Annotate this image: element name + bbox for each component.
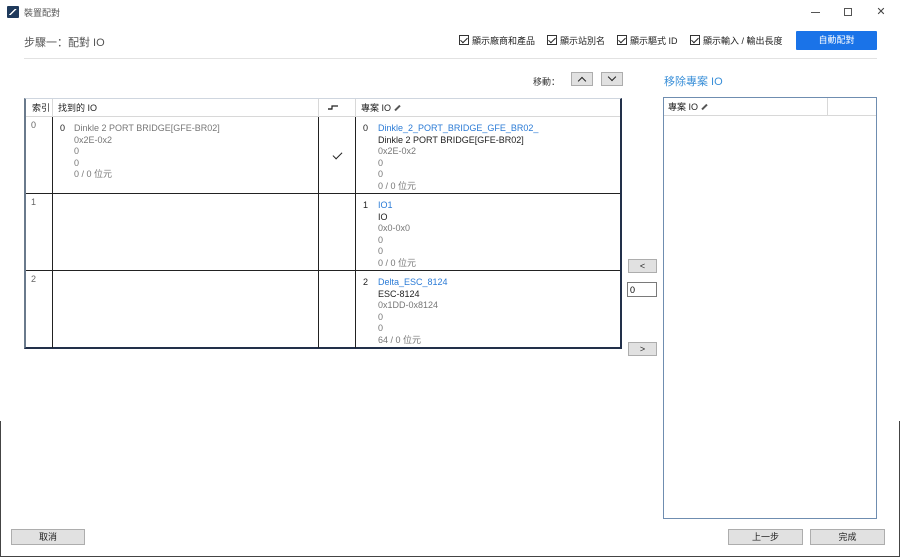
found-io-name: Dinkle 2 PORT BRIDGE[GFE-BR02]	[74, 123, 220, 133]
pencil-edit-icon	[701, 103, 708, 110]
app-logo-icon	[7, 6, 19, 18]
maximize-icon	[844, 8, 852, 17]
found-io-bits: 0 / 0 位元	[74, 169, 113, 179]
show-station-alias-checkbox[interactable]: 顯示站別名	[547, 34, 605, 46]
show-vendor-product-checkbox[interactable]: 顯示廠商和產品	[459, 34, 535, 46]
project-io-value: 0	[378, 169, 384, 179]
project-io-link[interactable]: Delta_ESC_8124	[378, 277, 448, 289]
row-divider	[26, 193, 620, 194]
move-label: 移動：	[533, 77, 561, 87]
minimize-button[interactable]	[800, 3, 830, 21]
found-io-value: 0	[74, 146, 80, 156]
project-io-name: IO	[378, 211, 388, 222]
checkbox-checked-icon	[547, 35, 557, 45]
row-divider	[26, 270, 620, 271]
column-header-label: 專案 IO	[668, 102, 699, 112]
project-io-link[interactable]: IO1	[378, 200, 416, 212]
column-divider	[318, 117, 319, 348]
found-io-range: 0x2E-0x2	[74, 134, 113, 145]
project-io-value: 0	[378, 246, 384, 256]
project-io-range: 0x2E-0x2	[378, 146, 417, 156]
row-index: 1	[31, 197, 37, 207]
found-io-details[interactable]: Dinkle 2 PORT BRIDGE[GFE-BR02] 0x2E-0x2 …	[74, 123, 220, 181]
removed-panel-header: 專案 IO	[664, 98, 876, 116]
project-io-name: ESC-8124	[378, 288, 420, 299]
project-io-details[interactable]: Dinkle_2_PORT_BRIDGE_GFE_BR02_ Dinkle 2 …	[378, 123, 538, 192]
found-io-number: 0	[60, 123, 66, 133]
column-divider	[827, 98, 828, 116]
target-index-input[interactable]	[627, 282, 657, 297]
project-io-bits: 0 / 0 位元	[378, 180, 417, 191]
link-swap-icon	[328, 105, 338, 110]
cancel-button[interactable]: 取消	[11, 529, 85, 545]
show-driver-id-checkbox[interactable]: 顯示驅式 ID	[617, 34, 678, 46]
header-divider	[24, 58, 877, 59]
window-frame	[0, 421, 1, 557]
move-up-button[interactable]	[571, 72, 593, 86]
column-header-found-io[interactable]: 找到的 IO	[58, 99, 97, 117]
project-io-range: 0x0-0x0	[378, 223, 411, 233]
column-divider	[355, 99, 356, 117]
row-index: 0	[31, 120, 37, 130]
title-bar: 裝置配對 ✕	[0, 0, 900, 24]
maximize-button[interactable]	[833, 3, 863, 21]
project-io-name: Dinkle 2 PORT BRIDGE[GFE-BR02]	[378, 134, 524, 145]
column-header-project-io[interactable]: 專案 IO	[361, 99, 401, 117]
found-io-value: 0	[74, 157, 80, 168]
project-io-number: 0	[363, 123, 369, 133]
step-title: 步驟一：配對 IO	[24, 37, 105, 49]
project-io-link[interactable]: Dinkle_2_PORT_BRIDGE_GFE_BR02_	[378, 123, 538, 135]
project-io-details[interactable]: IO1 IO 0x0-0x0 0 0 0 / 0 位元	[378, 200, 416, 269]
close-button[interactable]: ✕	[866, 3, 896, 21]
column-divider	[318, 99, 319, 117]
column-divider	[52, 117, 53, 348]
project-io-number: 2	[363, 277, 369, 287]
project-io-details[interactable]: Delta_ESC_8124 ESC-8124 0x1DD-0x8124 0 0…	[378, 277, 448, 346]
project-io-range: 0x1DD-0x8124	[378, 300, 439, 310]
minimize-icon	[810, 11, 820, 13]
project-io-bits: 64 / 0 位元	[378, 334, 422, 345]
row-index: 2	[31, 274, 37, 284]
table-header: 索引 找到的 IO 專案 IO	[26, 99, 620, 117]
project-io-value: 0	[378, 234, 384, 245]
matched-check-icon	[332, 149, 343, 160]
remove-panel-title: 移除專案 IO	[664, 76, 723, 88]
project-io-value: 0	[378, 311, 384, 322]
previous-step-button[interactable]: 上一步	[728, 529, 803, 545]
move-down-button[interactable]	[601, 72, 623, 86]
io-match-table: 索引 找到的 IO 專案 IO 0 0 Dinkle 2 PORT BRIDGE…	[24, 98, 622, 349]
finish-button[interactable]: 完成	[810, 529, 885, 545]
checkbox-label: 顯示站別名	[560, 35, 606, 46]
window-title: 裝置配對	[24, 8, 61, 18]
chevron-up-icon	[577, 76, 587, 86]
checkbox-checked-icon	[459, 35, 469, 45]
checkbox-label: 顯示驅式 ID	[630, 35, 678, 46]
move-to-removed-button[interactable]: >	[628, 342, 657, 356]
column-header-project-io-label: 專案 IO	[361, 103, 392, 113]
checkbox-label: 顯示廠商和產品	[472, 35, 536, 46]
project-io-bits: 0 / 0 位元	[378, 257, 417, 268]
chevron-down-icon	[607, 72, 617, 82]
project-io-number: 1	[363, 200, 369, 210]
column-divider	[355, 117, 356, 348]
checkbox-checked-icon	[617, 35, 627, 45]
move-to-project-button[interactable]: <	[628, 259, 657, 273]
column-header-removed-project-io[interactable]: 專案 IO	[668, 98, 708, 116]
removed-project-io-panel[interactable]: 專案 IO	[663, 97, 877, 519]
pencil-edit-icon	[394, 104, 401, 111]
checkbox-label: 顯示輸入 / 輸出長度	[703, 35, 783, 46]
show-io-length-checkbox[interactable]: 顯示輸入 / 輸出長度	[690, 34, 783, 46]
project-io-value: 0	[378, 157, 384, 168]
project-io-value: 0	[378, 323, 384, 333]
auto-match-button[interactable]: 自動配對	[796, 31, 877, 50]
column-header-index[interactable]: 索引	[32, 99, 50, 117]
checkbox-checked-icon	[690, 35, 700, 45]
close-icon: ✕	[876, 6, 886, 18]
column-divider	[52, 99, 53, 117]
